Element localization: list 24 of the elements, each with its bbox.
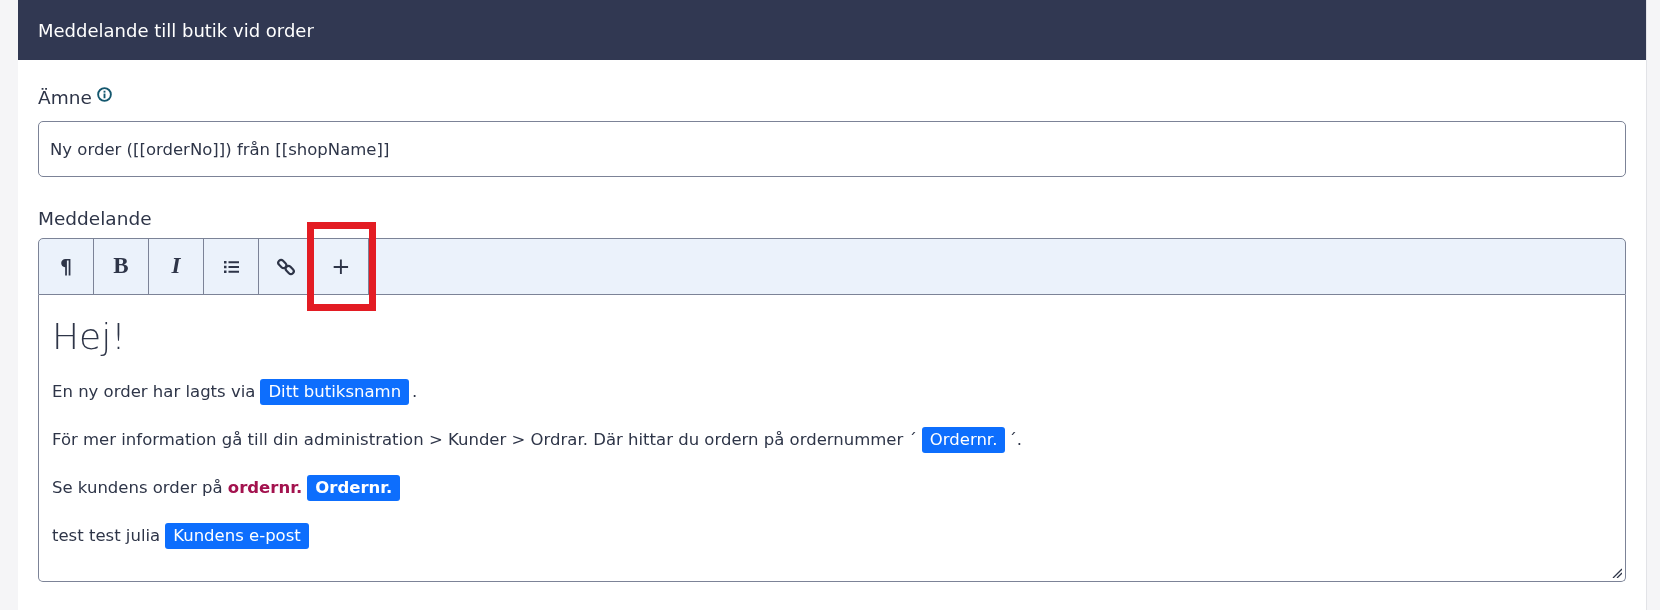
merge-field-tag: Ditt butiksnamn	[260, 379, 410, 405]
chain-link-icon	[277, 257, 295, 276]
info-icon	[96, 87, 112, 102]
message-label: Meddelande	[38, 207, 152, 231]
paragraph-format-button[interactable]: ¶	[39, 239, 94, 294]
bullet-list-icon	[223, 260, 239, 273]
paragraph-text: En ny order har lagts via	[52, 380, 256, 403]
panel-title: Meddelande till butik vid order	[38, 18, 314, 43]
bold-button[interactable]: B	[94, 239, 149, 294]
add-button[interactable]: +	[314, 239, 369, 294]
paragraph-text: För mer information gå till din administration > Kunder > Ordrar. Där hittar du ordern på ordernummer ´	[52, 428, 917, 451]
paragraph-text: test test julia	[52, 524, 161, 547]
subject-label: Ämne	[38, 86, 92, 110]
merge-field-tag: Kundens e-post	[165, 523, 309, 549]
paragraph-text: ´.	[1008, 428, 1022, 451]
paragraph-text: Se kundens order på ordernr.	[52, 476, 303, 499]
italic-button[interactable]: I	[149, 239, 204, 294]
resize-handle-icon[interactable]	[1612, 568, 1622, 578]
message-heading: Hej!	[52, 315, 126, 359]
subject-input[interactable]: Ny order ([[orderNo]]) från [[shopName]]	[38, 121, 1626, 177]
merge-field-tag: Ordernr.	[307, 475, 401, 501]
merge-field-tag: Ordernr.	[921, 427, 1006, 453]
editor-text-area[interactable]	[38, 295, 1626, 582]
paragraph-text: .	[412, 380, 418, 403]
